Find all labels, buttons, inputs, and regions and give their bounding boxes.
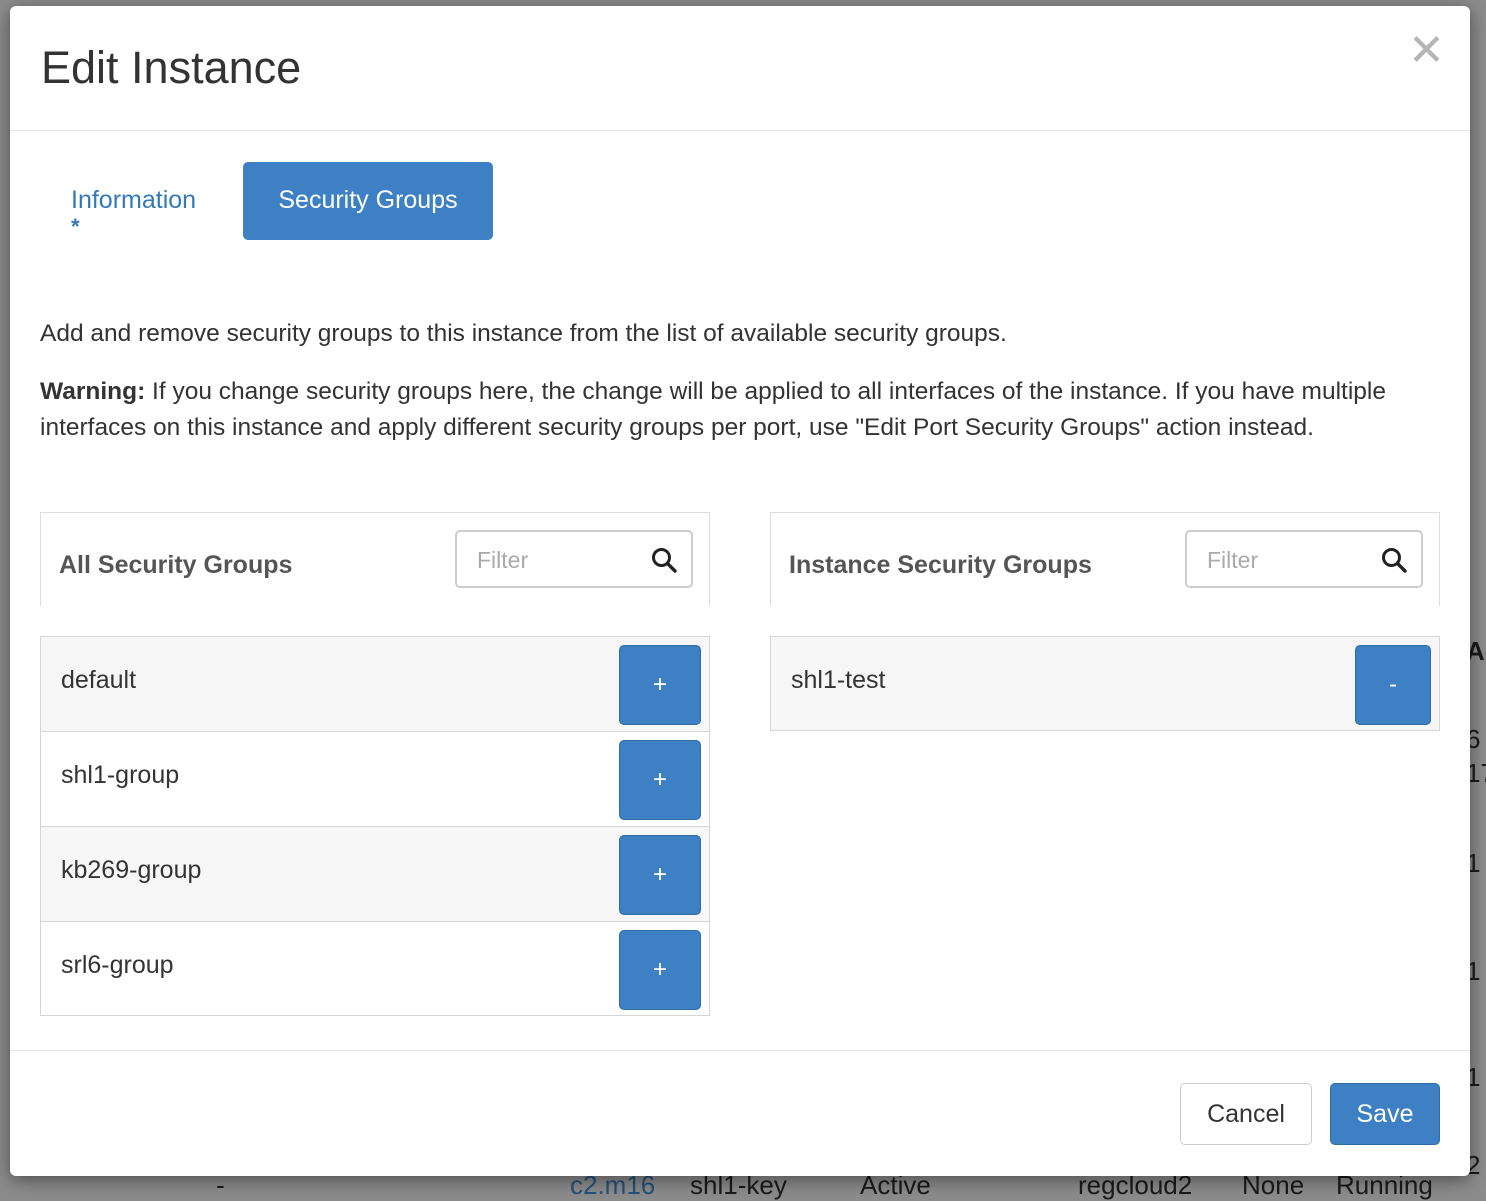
warning-label: Warning: xyxy=(40,378,146,405)
modal-header: Edit Instance ✕ xyxy=(10,6,1470,131)
save-button[interactable]: Save xyxy=(1330,1083,1440,1145)
search-icon xyxy=(1382,548,1407,573)
modal-footer: Cancel Save xyxy=(10,1050,1470,1176)
group-name: srl6-group xyxy=(61,951,174,979)
list-item: shl1-group + xyxy=(40,731,710,826)
list-item: default + xyxy=(40,636,710,731)
required-marker: * xyxy=(71,214,80,239)
group-name: shl1-group xyxy=(61,761,180,789)
all-security-groups-title: All Security Groups xyxy=(59,551,293,579)
list-item: srl6-group + xyxy=(40,921,710,1016)
search-icon xyxy=(652,548,677,573)
warning-body: If you change security groups here, the … xyxy=(40,378,1386,441)
edit-instance-modal: Edit Instance ✕ Information * Security G… xyxy=(10,6,1470,1176)
tab-information-label: Information xyxy=(71,186,197,214)
remove-group-button[interactable]: - xyxy=(1355,645,1431,725)
close-icon[interactable]: ✕ xyxy=(1408,29,1445,73)
group-name: default xyxy=(61,666,137,694)
description-text: Add and remove security groups to this i… xyxy=(40,320,1007,347)
add-group-button[interactable]: + xyxy=(619,740,701,820)
add-group-button[interactable]: + xyxy=(619,645,701,725)
instance-security-groups-header: Instance Security Groups xyxy=(770,512,1440,606)
list-item: shl1-test - xyxy=(770,636,1440,731)
warning-text: Warning: If you change security groups h… xyxy=(40,374,1440,446)
instance-security-groups-list: shl1-test - xyxy=(770,636,1440,731)
instance-groups-filter-input[interactable] xyxy=(1205,542,1369,578)
cancel-button[interactable]: Cancel xyxy=(1180,1083,1312,1145)
group-name: kb269-group xyxy=(61,856,202,884)
add-group-button[interactable]: + xyxy=(619,835,701,915)
list-item: kb269-group + xyxy=(40,826,710,921)
all-security-groups-list: default + shl1-group + kb269-group + srl… xyxy=(40,636,710,1016)
tab-information[interactable]: Information * xyxy=(41,162,241,240)
tab-security-groups[interactable]: Security Groups xyxy=(243,162,493,240)
add-group-button[interactable]: + xyxy=(619,930,701,1010)
all-security-groups-header: All Security Groups xyxy=(40,512,710,606)
instance-security-groups-title: Instance Security Groups xyxy=(789,551,1092,579)
modal-title: Edit Instance xyxy=(41,42,302,93)
all-groups-filter-input[interactable] xyxy=(475,542,639,578)
instance-groups-filter[interactable] xyxy=(1185,530,1423,588)
group-name: shl1-test xyxy=(791,666,886,694)
all-groups-filter[interactable] xyxy=(455,530,693,588)
